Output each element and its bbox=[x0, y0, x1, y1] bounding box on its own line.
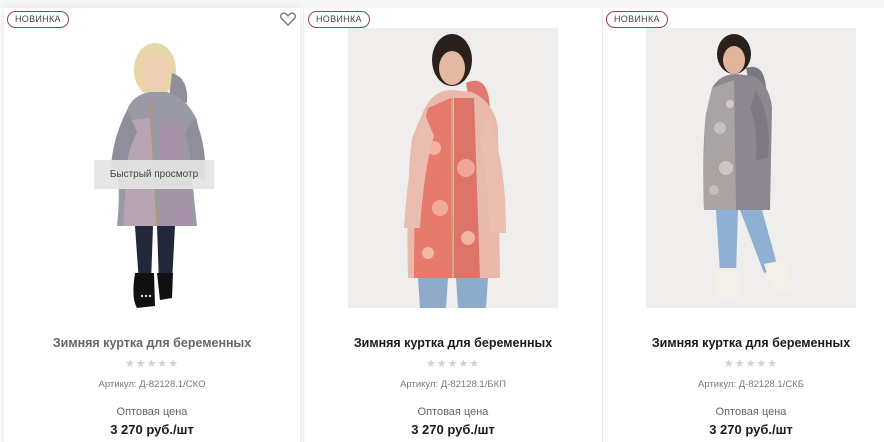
price-label: Оптовая цена bbox=[417, 406, 489, 418]
new-badge: НОВИНКА bbox=[308, 11, 370, 28]
product-sku: Артикул: Д-82128.1/СКБ bbox=[698, 379, 804, 390]
rating-stars[interactable]: ★★★★★ bbox=[603, 357, 884, 370]
new-badge: НОВИНКА bbox=[606, 11, 668, 28]
product-card[interactable]: НОВИНКА bbox=[305, 8, 601, 442]
rating-stars[interactable]: ★★★★★ bbox=[305, 357, 601, 370]
product-title[interactable]: Зимняя куртка для беременных bbox=[4, 336, 300, 350]
product-image[interactable] bbox=[348, 28, 558, 308]
product-price: 3 270 руб./шт bbox=[411, 422, 495, 437]
quick-view-button[interactable]: Быстрый просмотр bbox=[94, 160, 214, 189]
product-card[interactable]: НОВИНКА bbox=[603, 8, 884, 442]
new-badge: НОВИНКА bbox=[7, 11, 69, 28]
price-label: Оптовая цена bbox=[715, 406, 787, 418]
product-price: 3 270 руб./шт bbox=[709, 422, 793, 437]
product-price: 3 270 руб./шт bbox=[110, 422, 194, 437]
heart-icon[interactable] bbox=[280, 12, 296, 26]
price-label: Оптовая цена bbox=[116, 406, 188, 418]
card-divider bbox=[602, 8, 603, 442]
product-title[interactable]: Зимняя куртка для беременных bbox=[603, 336, 884, 350]
product-sku: Артикул: Д-82128.1/СКО bbox=[98, 379, 206, 390]
rating-stars[interactable]: ★★★★★ bbox=[4, 357, 300, 370]
product-image[interactable] bbox=[646, 28, 856, 308]
product-title[interactable]: Зимняя куртка для беременных bbox=[305, 336, 601, 350]
product-sku: Артикул: Д-82128.1/БКП bbox=[400, 379, 506, 390]
product-grid: НОВИНКА Быстрый просмотр Зимняя куртка д… bbox=[0, 0, 884, 442]
product-card[interactable]: НОВИНКА bbox=[4, 8, 300, 442]
card-divider bbox=[303, 8, 304, 442]
